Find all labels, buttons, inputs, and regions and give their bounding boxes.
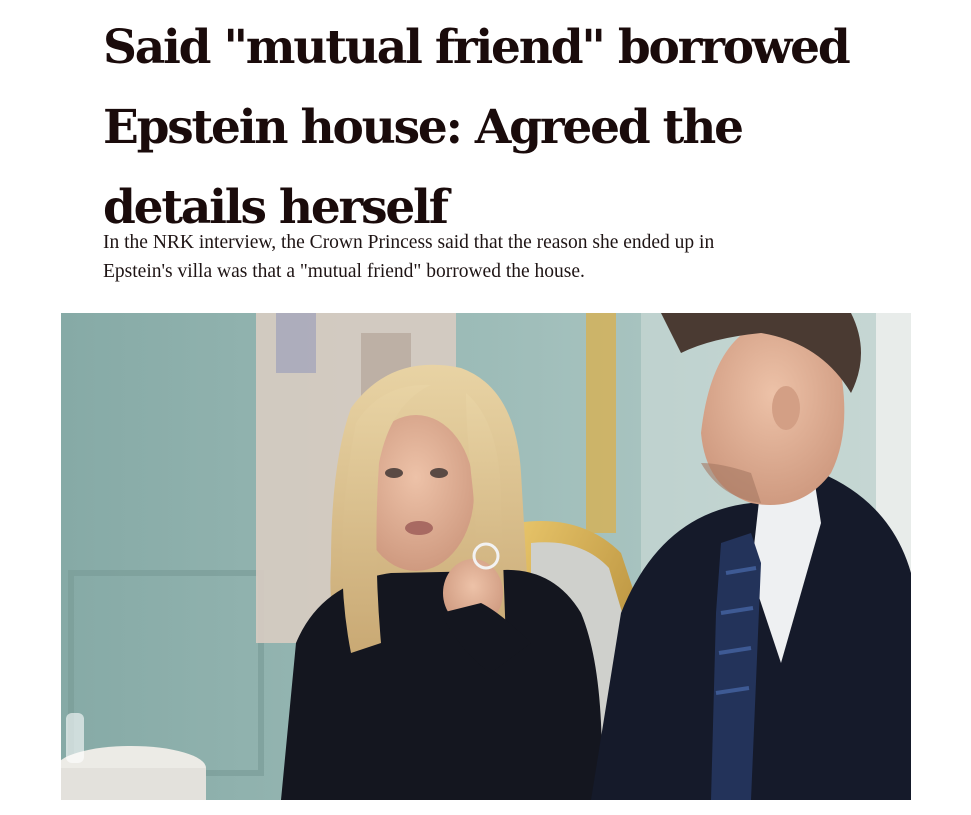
- gilded-pillar: [586, 313, 616, 533]
- headline-line-3: details herself: [103, 180, 449, 235]
- article-photo[interactable]: [61, 313, 911, 800]
- headline-line-1: Said "mutual friend" borrowed: [103, 20, 851, 75]
- article-lede: In the NRK interview, the Crown Princess…: [103, 228, 903, 286]
- headline-line-2: Epstein house: Agreed the: [103, 100, 744, 155]
- photo-illustration: [61, 313, 911, 800]
- lede-line-2: Epstein's villa was that a "mutual frien…: [103, 261, 585, 282]
- article-headline[interactable]: Said "mutual friend" borrowed Epstein ho…: [103, 8, 883, 248]
- lede-line-1: In the NRK interview, the Crown Princess…: [103, 232, 715, 253]
- woman-sweater: [281, 569, 602, 800]
- article: Said "mutual friend" borrowed Epstein ho…: [0, 0, 971, 815]
